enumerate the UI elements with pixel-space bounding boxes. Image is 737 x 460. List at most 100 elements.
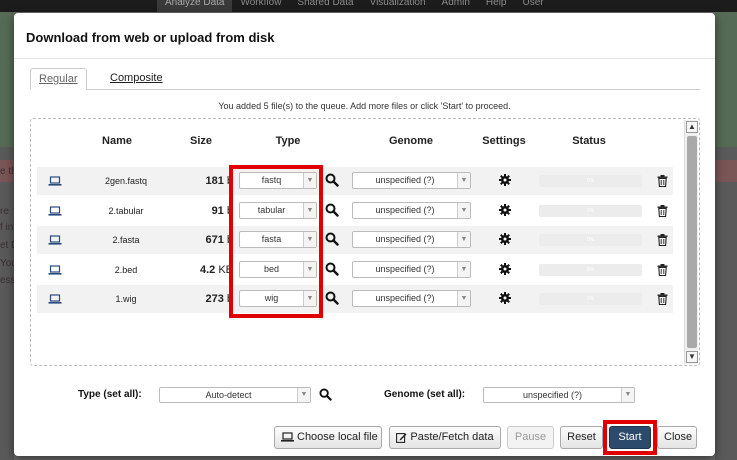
background-nav-item: Analyze Data [157,0,233,12]
chevron-down-icon: ▼ [457,173,470,188]
pause-button[interactable]: Pause [507,426,554,449]
trash-icon[interactable] [657,204,668,217]
chevron-down-icon: ▼ [303,202,316,218]
search-icon[interactable] [325,232,339,246]
upload-progress-bar: 0% [539,234,642,246]
laptop-icon [48,294,62,304]
search-icon[interactable] [325,291,339,305]
file-type-value: tabular [257,204,286,215]
scroll-down-arrow[interactable]: ▼ [686,351,698,363]
start-button[interactable]: Start [609,426,651,449]
upload-row: 2.bed 4.2 KB bed ▼ unspecified (?) ▼ 0% [37,256,673,284]
file-genome-select[interactable]: unspecified (?) ▼ [352,231,471,248]
laptop-icon [48,264,62,275]
background-nav-item: Admin [441,0,470,8]
tab-composite[interactable]: Composite [102,68,171,90]
file-size: 671 b [167,226,233,254]
choose-local-file-label: Choose local file [297,431,378,443]
file-size-unit: KB [218,263,233,276]
file-type-select[interactable]: fastq ▼ [239,172,317,189]
upload-queue-box[interactable]: Name Size Type Genome Settings Status 2g… [30,118,700,366]
genome-set-all-label: Genome (set all): [384,389,466,400]
file-genome-select[interactable]: unspecified (?) ▼ [352,172,471,189]
file-type-select[interactable]: bed ▼ [239,260,317,278]
file-type-value: wig [264,293,279,303]
queue-scrollbar[interactable]: ▲ ▼ [684,120,698,364]
queue-message: You added 5 file(s) to the queue. Add mo… [218,101,511,111]
file-size: 4.2 KB [167,256,233,284]
background-alert-right [715,160,737,182]
type-set-all-value: Auto-detect [205,390,252,400]
chevron-down-icon: ▼ [457,232,470,247]
file-type-value: fasta [261,234,282,244]
type-set-all-select[interactable]: Auto-detect ▼ [159,387,311,403]
upload-progress-bar: 0% [539,175,642,187]
upload-progress-bar: 0% [539,204,642,217]
reset-button[interactable]: Reset [560,426,603,449]
background-nav-item: Workflow [240,0,282,8]
background-fragment: f in [0,222,14,233]
file-size-unit: b [226,204,233,217]
file-genome-value: unspecified (?) [375,204,435,215]
trash-icon[interactable] [657,234,668,246]
trash-icon[interactable] [657,175,668,187]
column-header-status: Status [572,135,606,147]
gear-icon[interactable] [499,262,511,275]
laptop-icon [48,176,62,186]
search-icon[interactable] [319,388,332,401]
trash-icon[interactable] [657,293,668,305]
file-genome-value: unspecified (?) [375,293,435,303]
trash-icon[interactable] [657,263,668,276]
search-icon[interactable] [325,173,339,187]
column-header-size: Size [189,135,212,147]
file-size-unit: b [226,175,233,187]
file-size-unit: b [226,234,233,246]
scroll-up-arrow[interactable]: ▲ [686,121,698,133]
file-genome-select[interactable]: unspecified (?) ▼ [352,260,471,278]
file-type-value: fastq [261,175,282,185]
file-genome-select[interactable]: unspecified (?) ▼ [352,290,471,307]
upload-progress-bar: 0% [539,263,642,276]
chevron-down-icon: ▼ [303,261,316,277]
file-type-select[interactable]: fasta ▼ [239,231,317,248]
paste-fetch-button[interactable]: Paste/Fetch data [389,426,501,449]
file-size: 273 b [167,285,233,313]
file-type-select[interactable]: tabular ▼ [239,201,317,219]
gear-icon[interactable] [499,174,511,186]
file-name: 2.bed [114,264,138,275]
file-size-value: 671 [205,234,224,246]
search-icon[interactable] [325,203,339,217]
gear-icon[interactable] [499,203,511,216]
file-size-value: 4.2 [199,263,216,276]
scroll-thumb[interactable] [687,136,697,348]
close-button[interactable]: Close [657,426,697,449]
column-header-name: Name [102,135,132,147]
file-size-unit: b [226,293,233,305]
chevron-down-icon: ▼ [297,388,310,402]
chevron-down-icon: ▼ [303,232,316,247]
column-header-genome: Genome [388,135,433,147]
choose-local-file-button[interactable]: Choose local file [274,426,382,449]
upload-row: 2.fasta 671 b fasta ▼ unspecified (?) ▼ … [37,226,673,254]
background-nav: Analyze Data Workflow Shared Data Visual… [157,0,552,12]
genome-set-all-select[interactable]: unspecified (?) ▼ [483,387,635,403]
file-type-select[interactable]: wig ▼ [239,290,317,307]
gear-icon[interactable] [499,233,511,245]
edit-icon [396,432,407,443]
column-header-settings: Settings [482,135,526,147]
chevron-down-icon: ▼ [621,388,634,402]
file-genome-select[interactable]: unspecified (?) ▼ [352,201,471,219]
paste-fetch-label: Paste/Fetch data [410,431,494,443]
type-set-all-label: Type (set all): [78,389,142,400]
upload-row: 2.tabular 91 b tabular ▼ unspecified (?)… [37,197,673,225]
search-icon[interactable] [325,262,339,276]
chevron-down-icon: ▼ [303,291,316,306]
background-green-band-right [715,12,737,147]
laptop-icon [48,235,62,245]
background-green-band-left [0,12,14,147]
laptop-icon [48,205,62,216]
background-nav-item: Help [485,0,507,8]
gear-icon[interactable] [499,292,511,304]
tab-regular[interactable]: Regular [30,68,87,90]
dialog-title: Download from web or upload from disk [26,30,275,45]
